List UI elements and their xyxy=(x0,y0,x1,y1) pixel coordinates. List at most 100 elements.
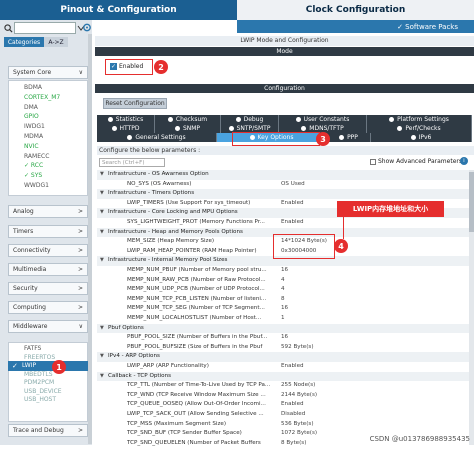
param-group[interactable]: ▼ Infrastructure - OS Awarness Option xyxy=(97,170,469,180)
param-row[interactable]: PBUF_POOL_SIZE (Number of Buffers in the… xyxy=(97,333,469,343)
middleware-item[interactable]: FATFS xyxy=(24,345,41,352)
tab-status-dot xyxy=(295,117,301,122)
expand-arrow-icon: ▼ xyxy=(100,190,104,197)
param-row[interactable]: SYS_LIGHTWEIGHT_PROT (Memory Functions P… xyxy=(97,218,469,228)
config-tab[interactable]: Checksum xyxy=(155,115,221,124)
tab-pinout-configuration[interactable]: Pinout & Configuration xyxy=(0,0,237,20)
scrollbar-thumb[interactable] xyxy=(469,172,474,232)
param-group-label: Pbuf Options xyxy=(108,324,144,331)
middleware-item[interactable]: MBEDTLS xyxy=(24,371,53,378)
param-row[interactable]: TCP_QUEUE_OOSEQ (Allow Out-Of-Order Inco… xyxy=(97,400,469,410)
param-group[interactable]: ▼ Infrastructure - Timers Options xyxy=(97,189,469,199)
section-item[interactable]: Connectivity > xyxy=(8,244,88,257)
lwip-selected-row[interactable] xyxy=(8,361,88,371)
show-advanced-label: Show Advanced Parameters xyxy=(378,158,462,165)
param-row[interactable]: MEMP_NUM_UDP_PCB (Number of UDP Protocol… xyxy=(97,285,469,295)
middleware-item[interactable]: PDM2PCM xyxy=(24,379,54,386)
system-core-item[interactable]: ✓ RCC xyxy=(24,162,43,169)
param-name: TCP_MSS (Maximum Segment Size) xyxy=(127,420,227,427)
annotation-callout: LWIP内存堆地址和大小 xyxy=(337,201,444,217)
show-advanced-checkbox[interactable] xyxy=(370,159,376,165)
tab-clock-configuration[interactable]: Clock Configuration xyxy=(237,0,474,20)
param-row[interactable]: TCP_WND (TCP Receive Window Maximum Size… xyxy=(97,391,469,401)
param-name: TCP_WND (TCP Receive Window Maximum Size… xyxy=(127,391,266,398)
param-value: 255 Node(s) xyxy=(281,382,316,389)
param-group-label: Callback - TCP Options xyxy=(108,372,172,379)
param-value: 4 xyxy=(281,276,285,283)
param-row[interactable]: TCP_TTL (Number of Time-To-Live Used by … xyxy=(97,381,469,391)
system-core-item[interactable]: RAMECC xyxy=(24,153,49,160)
param-row[interactable]: LWIP_ARP (ARP Functionality) Enabled xyxy=(97,362,469,372)
reset-configuration-button[interactable]: Reset Configuration xyxy=(103,98,167,109)
config-tab[interactable]: General Settings xyxy=(97,133,217,142)
config-tab[interactable]: IPv6 xyxy=(371,133,472,142)
param-value: Disabled xyxy=(281,411,306,417)
config-tab[interactable]: Debug xyxy=(221,115,279,124)
section-label: Trace and Debug xyxy=(13,427,64,434)
section-item[interactable]: Security > xyxy=(8,282,88,295)
section-item[interactable]: Timers > xyxy=(8,225,88,238)
sidebar-scrollbar[interactable] xyxy=(88,34,92,444)
system-core-item[interactable]: GPIO xyxy=(24,113,39,120)
section-item[interactable]: Multimedia > xyxy=(8,263,88,276)
param-row[interactable]: MEMP_NUM_TCP_SEG (Number of TCP Segment.… xyxy=(97,304,469,314)
param-value: 8 xyxy=(281,295,285,302)
expand-arrow-icon: ▼ xyxy=(100,209,104,216)
param-group[interactable]: ▼ IPv4 - ARP Options xyxy=(97,352,469,363)
section-item[interactable]: Computing > xyxy=(8,301,88,314)
system-core-item[interactable]: BDMA xyxy=(24,84,42,91)
param-row[interactable]: MEMP_NUM_PBUF (Number of Memory pool str… xyxy=(97,266,469,276)
section-label: Analog xyxy=(13,208,34,215)
param-group[interactable]: ▼ Callback - TCP Options xyxy=(97,371,469,382)
param-value: 1072 Byte(s) xyxy=(281,430,318,437)
section-item[interactable]: Analog > xyxy=(8,205,88,218)
system-core-item[interactable]: CORTEX_M7 xyxy=(24,94,60,101)
parameter-search-input[interactable]: Search (Ctrl+F) xyxy=(99,158,165,167)
watermark: CSDN @u013786988935435 xyxy=(369,435,470,443)
config-tab[interactable]: PPP xyxy=(327,133,371,142)
config-tab[interactable]: SNMP xyxy=(155,124,221,133)
param-row[interactable]: MEMP_NUM_LOCALHOSTLIST (Number of Host..… xyxy=(97,314,469,324)
section-label: Middleware xyxy=(13,323,48,330)
param-row[interactable]: LWIP_TCP_SACK_OUT (Allow Sending Selecti… xyxy=(97,410,469,420)
param-name: LWIP_RAM_HEAP_POINTER (RAM Heap Pointer) xyxy=(127,247,257,254)
middleware-item[interactable]: FREERTOS xyxy=(24,354,55,361)
sidebar-search-input[interactable] xyxy=(14,22,76,34)
param-row[interactable]: MEMP_NUM_RAW_PCB (Number of Raw Protocol… xyxy=(97,276,469,286)
config-tab[interactable]: Perf/Checks xyxy=(367,124,472,133)
software-packs-menu[interactable]: ✓ Software Packs xyxy=(237,20,474,33)
system-core-item[interactable]: IWDG1 xyxy=(24,123,45,130)
system-core-item[interactable]: ✓ SYS xyxy=(24,172,42,179)
config-tab[interactable]: User Constants xyxy=(279,115,367,124)
a-z-tab[interactable]: A->Z xyxy=(44,37,68,47)
system-core-item[interactable]: NVIC xyxy=(24,143,39,150)
param-group[interactable]: ▼ Pbuf Options xyxy=(97,323,469,334)
section-label: Computing xyxy=(13,304,46,311)
section-label: Timers xyxy=(13,228,34,235)
config-tab[interactable]: HTTPD xyxy=(97,124,155,133)
param-value: 2144 Byte(s) xyxy=(281,391,318,398)
param-row[interactable]: TCP_MSS (Maximum Segment Size) 536 Byte(s… xyxy=(97,420,469,430)
system-core-item[interactable]: MDMA xyxy=(24,133,43,140)
system-core-item[interactable]: WWDG1 xyxy=(24,182,49,189)
system-core-item[interactable]: DMA xyxy=(24,104,38,111)
param-group-label: Infrastructure - Heap and Memory Pools O… xyxy=(108,228,243,235)
section-middleware[interactable]: Middleware ∨ xyxy=(8,320,88,333)
middleware-item[interactable]: USB_HOST xyxy=(24,396,56,403)
categories-tab[interactable]: Categories xyxy=(4,37,44,47)
middleware-item-lwip[interactable]: LWIP xyxy=(22,362,36,369)
section-system-core[interactable]: System Core ∨ xyxy=(8,66,88,79)
annotation-highlight-enabled xyxy=(105,59,153,75)
param-name: NO_SYS (OS Awarness) xyxy=(127,180,192,187)
param-name: TCP_SND_BUF (TCP Sender Buffer Space) xyxy=(127,430,242,437)
info-icon[interactable]: i xyxy=(460,157,468,165)
param-row[interactable]: MEMP_NUM_TCP_PCB_LISTEN (Number of liste… xyxy=(97,295,469,305)
gear-icon[interactable] xyxy=(82,22,92,33)
config-tab[interactable]: Platform Settings xyxy=(367,115,472,124)
section-trace-and-debug[interactable]: Trace and Debug > xyxy=(8,424,88,437)
param-row[interactable]: PBUF_POOL_BUFSIZE (Size of Buffers in th… xyxy=(97,343,469,353)
config-tab[interactable]: Statistics xyxy=(97,115,155,124)
middleware-item[interactable]: USB_DEVICE xyxy=(24,388,62,395)
tab-status-dot xyxy=(111,126,117,131)
param-row[interactable]: NO_SYS (OS Awarness) OS Used xyxy=(97,180,469,190)
